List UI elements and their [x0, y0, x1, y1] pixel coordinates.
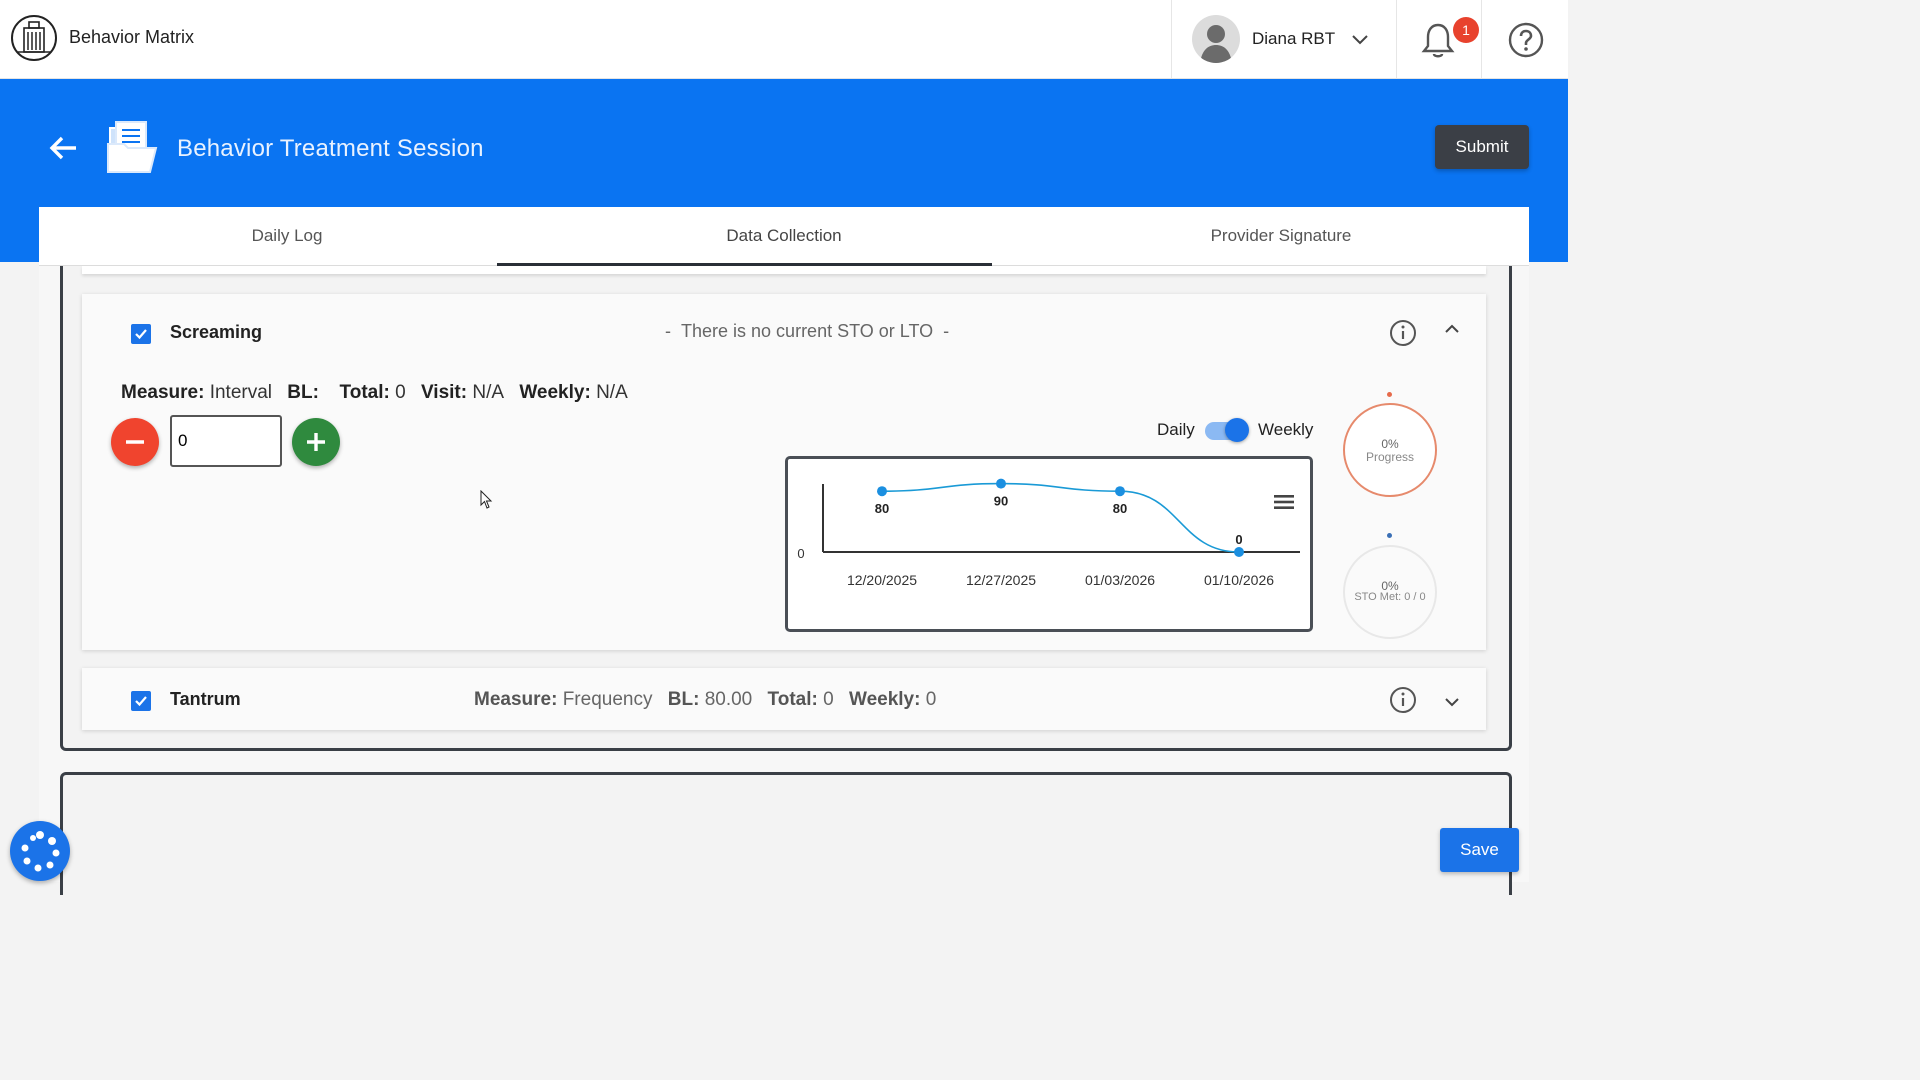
- next-panel: [60, 772, 1512, 895]
- sto-status-text: - There is no current STO or LTO -: [665, 321, 950, 341]
- data-point: [1115, 486, 1125, 497]
- mouse-cursor-icon: [480, 490, 493, 509]
- tab-bar: Daily Log Data Collection Provider Signa…: [39, 207, 1529, 266]
- documents-icon: [107, 121, 158, 173]
- user-name: Diana RBT: [1252, 29, 1336, 48]
- tab-provider-signature[interactable]: Provider Signature: [1033, 207, 1529, 265]
- accessibility-fab[interactable]: [10, 821, 70, 881]
- data-label: 0: [1235, 532, 1242, 547]
- progress-label: Progress: [1365, 450, 1415, 464]
- progress-ring-marker: [1387, 392, 1392, 397]
- plus-icon: [307, 433, 325, 451]
- check-icon: [135, 696, 147, 707]
- data-label: 90: [994, 494, 1008, 509]
- increment-button[interactable]: [292, 418, 340, 466]
- help-section: [1481, 0, 1569, 78]
- top-bar: Behavior Matrix Diana RBT 1: [0, 0, 1568, 79]
- app-title: Behavior Matrix: [69, 27, 195, 47]
- page-title: Behavior Treatment Session: [177, 135, 484, 162]
- data-label: 80: [1113, 501, 1127, 516]
- toggle-label-weekly: Weekly: [1258, 420, 1314, 439]
- save-button[interactable]: Save: [1440, 828, 1519, 872]
- behavior-name-screaming: Screaming: [170, 322, 263, 342]
- avatar: [1192, 15, 1240, 63]
- toggle-knob[interactable]: [1225, 418, 1249, 442]
- progress-percent: 0%: [1381, 437, 1399, 451]
- menu-icon[interactable]: [1273, 493, 1295, 511]
- help-icon[interactable]: [1508, 22, 1544, 58]
- data-label: 80: [875, 501, 889, 516]
- screaming-checkbox[interactable]: [131, 324, 151, 344]
- info-icon[interactable]: [1389, 686, 1417, 714]
- notification-badge: 1: [1453, 17, 1479, 43]
- line-chart: 0 80 12/20/2025 90 12/27/2025 80 01/03/2026 0 01…: [797, 478, 1300, 588]
- minus-icon: [126, 440, 144, 444]
- behavior-name-tantrum: Tantrum: [170, 689, 241, 709]
- tantrum-checkbox[interactable]: [131, 691, 151, 711]
- back-arrow-icon[interactable]: [48, 132, 80, 164]
- dots-menu-icon: [21, 831, 60, 872]
- submit-button[interactable]: Submit: [1435, 125, 1529, 169]
- tab-data-collection[interactable]: Data Collection: [536, 207, 1032, 265]
- info-icon[interactable]: [1389, 319, 1417, 347]
- toggle-label-daily: Daily: [1157, 420, 1195, 439]
- chevron-down-icon[interactable]: [1350, 30, 1370, 50]
- count-input[interactable]: [170, 415, 282, 467]
- check-icon: [135, 329, 147, 340]
- decrement-button[interactable]: [111, 418, 159, 466]
- series-line: [881, 482, 1240, 553]
- tantrum-measure-summary: Measure: Frequency BL: 80.00 Total: 0 We…: [474, 689, 937, 710]
- sto-ring-marker: [1387, 533, 1392, 538]
- user-silhouette-icon: [1200, 25, 1232, 63]
- y-tick-label: 0: [797, 546, 804, 561]
- data-point: [1234, 547, 1244, 557]
- progress-ring: 0% Progress: [1343, 403, 1437, 497]
- data-point: [996, 478, 1006, 489]
- user-menu[interactable]: Diana RBT: [1171, 0, 1397, 78]
- bell-icon[interactable]: [1420, 20, 1456, 60]
- x-tick-label: 01/03/2026: [1085, 572, 1155, 588]
- sto-met-label: STO Met: 0 / 0: [1354, 591, 1426, 603]
- chevron-up-icon[interactable]: [1442, 319, 1462, 339]
- data-point: [877, 486, 887, 497]
- x-tick-label: 12/27/2025: [966, 572, 1036, 588]
- sto-met-ring: 0% STO Met: 0 / 0: [1343, 545, 1437, 639]
- previous-card-edge: [82, 266, 1486, 274]
- x-tick-label: 01/10/2026: [1204, 572, 1274, 588]
- screaming-measure-summary: Measure: Interval BL: Total: 0 Visit: N/…: [121, 382, 628, 403]
- chevron-down-icon[interactable]: [1442, 692, 1462, 712]
- building-logo-icon[interactable]: [10, 14, 58, 62]
- x-tick-label: 12/20/2025: [847, 572, 917, 588]
- tab-daily-log[interactable]: Daily Log: [39, 207, 535, 265]
